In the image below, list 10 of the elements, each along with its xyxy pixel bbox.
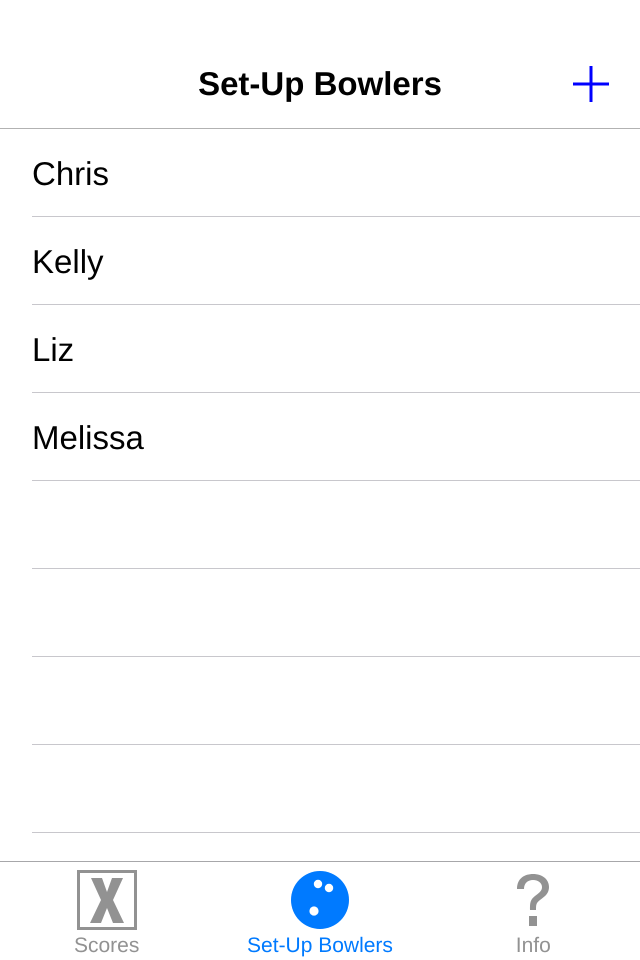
crossed-box-icon <box>76 870 137 930</box>
bowler-name[interactable]: Chris <box>32 152 110 192</box>
plus-icon <box>573 66 609 102</box>
bowling-ball-icon <box>290 870 350 930</box>
bowler-name[interactable]: Liz <box>32 328 74 368</box>
screen-title: Set-Up Bowlers <box>198 65 442 103</box>
bowler-name[interactable]: Melissa <box>32 416 144 456</box>
add-button[interactable] <box>573 66 609 102</box>
bowlers-tab[interactable]: Set-Up Bowlers <box>213 862 427 960</box>
bowler-name[interactable]: Kelly <box>32 240 104 280</box>
